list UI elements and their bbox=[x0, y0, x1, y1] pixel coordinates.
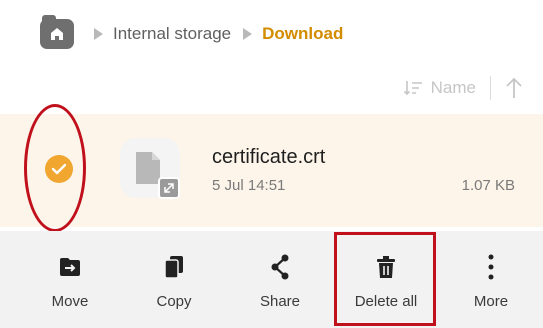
annotation-rectangle bbox=[334, 232, 436, 326]
file-size: 1.07 KB bbox=[461, 177, 515, 194]
more-label: More bbox=[473, 293, 509, 310]
home-button[interactable] bbox=[40, 15, 74, 49]
file-name: certificate.crt bbox=[212, 146, 326, 168]
copy-label: Copy bbox=[156, 293, 192, 310]
copy-icon bbox=[164, 256, 183, 279]
annotation-ellipse bbox=[24, 104, 86, 232]
expand-icon bbox=[158, 177, 180, 199]
action-bar: Move Copy Share Delete all More bbox=[0, 231, 543, 328]
breadcrumb-internal-storage[interactable]: Internal storage bbox=[113, 24, 231, 44]
sort-divider bbox=[490, 76, 491, 100]
share-button[interactable]: Share bbox=[245, 231, 315, 328]
more-vertical-icon bbox=[488, 254, 494, 280]
breadcrumb-separator-icon bbox=[94, 28, 103, 40]
more-button[interactable]: More bbox=[456, 231, 526, 328]
breadcrumb: Internal storage Download bbox=[0, 0, 543, 68]
share-icon bbox=[271, 254, 289, 280]
breadcrumb-download[interactable]: Download bbox=[262, 24, 343, 44]
sort-bar: Name bbox=[403, 72, 523, 104]
home-icon bbox=[51, 28, 63, 40]
move-label: Move bbox=[51, 293, 89, 310]
breadcrumb-separator-icon bbox=[243, 28, 253, 40]
copy-button[interactable]: Copy bbox=[139, 231, 209, 328]
sort-icon[interactable] bbox=[403, 78, 423, 98]
sort-label[interactable]: Name bbox=[431, 78, 476, 98]
file-date: 5 Jul 14:51 bbox=[212, 177, 286, 194]
move-icon bbox=[60, 258, 80, 276]
share-label: Share bbox=[259, 293, 301, 310]
move-button[interactable]: Move bbox=[35, 231, 105, 328]
arrow-up-icon[interactable] bbox=[505, 77, 523, 99]
